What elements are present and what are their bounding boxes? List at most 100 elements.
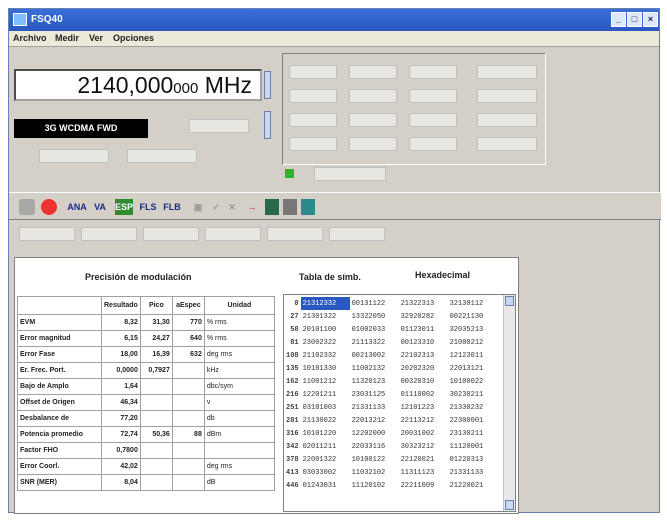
stop-icon[interactable] bbox=[41, 199, 57, 215]
symbol-row[interactable]: 108 21102332 00213002 22102313 12123011 bbox=[284, 349, 497, 362]
param-field-7[interactable] bbox=[409, 89, 457, 103]
option-row-field-2[interactable] bbox=[81, 227, 137, 241]
symbol-row[interactable]: 342 02011211 22033116 30323212 11120001 bbox=[284, 440, 497, 453]
param-field-5[interactable] bbox=[289, 89, 337, 103]
toolbar-flb[interactable]: FLB bbox=[163, 199, 181, 215]
symbol-row[interactable]: 413 03033002 11032102 11311123 21331133 bbox=[284, 466, 497, 479]
param-field-1[interactable] bbox=[289, 65, 337, 79]
arrow-icon[interactable]: → bbox=[245, 199, 259, 215]
param-field-3[interactable] bbox=[409, 65, 457, 79]
option-field-2[interactable] bbox=[127, 149, 197, 163]
param-field-14[interactable] bbox=[349, 137, 397, 151]
param-field-13[interactable] bbox=[289, 137, 337, 151]
symbol-row[interactable]: 281 21130022 22013212 22113212 22300001 bbox=[284, 414, 497, 427]
modulation-unit: dbc/sym bbox=[203, 378, 276, 395]
table-row: Bajo de Amplo 1,64 dbc/sym bbox=[17, 378, 276, 395]
mode-spin-icon[interactable] bbox=[264, 111, 271, 139]
option-row-field-4[interactable] bbox=[205, 227, 261, 241]
tool-icon-3[interactable] bbox=[283, 199, 297, 215]
param-field-12[interactable] bbox=[477, 113, 537, 127]
modulation-peak bbox=[139, 410, 173, 427]
frequency-unit: MHz bbox=[204, 72, 252, 98]
scroll-up-icon[interactable] bbox=[505, 296, 514, 306]
param-field-9[interactable] bbox=[289, 113, 337, 127]
save-icon[interactable]: ▣ bbox=[191, 199, 205, 215]
symbol-row[interactable]: 135 10101330 11002132 20202320 22013121 bbox=[284, 362, 497, 375]
modulation-unit bbox=[203, 442, 276, 459]
symbol-row[interactable]: 81 23002322 21113322 00123310 21000212 bbox=[284, 336, 497, 349]
param-field-15[interactable] bbox=[409, 137, 457, 151]
modulation-unit: dB bbox=[203, 474, 276, 491]
scroll-down-icon[interactable] bbox=[505, 500, 514, 510]
window-title: FSQ40 bbox=[31, 14, 63, 25]
toolbar-ana[interactable]: ANA bbox=[65, 199, 89, 215]
symbol-format[interactable]: Hexadecimal bbox=[415, 270, 470, 280]
toolbar-esp[interactable]: ESP bbox=[115, 199, 133, 215]
tool-icon-4[interactable] bbox=[301, 199, 315, 215]
symbol-row[interactable]: 378 22001322 10100122 22120021 01220313 bbox=[284, 453, 497, 466]
param-field-6[interactable] bbox=[349, 89, 397, 103]
menu-medir[interactable]: Medir bbox=[55, 33, 79, 43]
symbol-cell: 12101223 bbox=[400, 403, 435, 412]
symbol-table[interactable]: 0 21312332 00131122 21322313 32130112 27 21301… bbox=[283, 294, 516, 512]
symbol-cell: 11032102 bbox=[351, 468, 386, 477]
menu-archivo[interactable]: Archivo bbox=[13, 33, 47, 43]
symbol-row[interactable]: 251 03101003 21331133 12101223 21330232 bbox=[284, 401, 497, 414]
option-field-1[interactable] bbox=[39, 149, 109, 163]
toolbar: ANA VA ESP FLS FLB ▣ ✓ ✕ → bbox=[9, 192, 661, 220]
param-field-11[interactable] bbox=[409, 113, 457, 127]
symbol-row[interactable]: 162 11001212 11320123 00320310 10100022 bbox=[284, 375, 497, 388]
symbol-scrollbar[interactable] bbox=[503, 295, 515, 511]
modulation-peak: 16,39 bbox=[139, 346, 173, 363]
symbol-cell: 21331133 bbox=[449, 468, 484, 477]
param-field-2[interactable] bbox=[349, 65, 397, 79]
toolbar-fls[interactable]: FLS bbox=[139, 199, 157, 215]
modulation-spec bbox=[171, 458, 205, 475]
option-row-field-6[interactable] bbox=[329, 227, 385, 241]
modulation-peak bbox=[139, 378, 173, 395]
param-field-10[interactable] bbox=[349, 113, 397, 127]
close-icon[interactable]: × bbox=[643, 12, 658, 27]
tool-icon-1[interactable] bbox=[19, 199, 35, 215]
symbol-row[interactable]: 27 21301322 13322050 32920282 00221130 bbox=[284, 310, 497, 323]
option-row-field-5[interactable] bbox=[267, 227, 323, 241]
check-icon[interactable]: ✓ bbox=[209, 199, 223, 215]
modulation-unit: dBm bbox=[203, 426, 276, 443]
param-field-8[interactable] bbox=[477, 89, 537, 103]
col-unit: Unidad bbox=[203, 296, 276, 315]
modulation-peak bbox=[139, 458, 173, 475]
param-field-4[interactable] bbox=[477, 65, 537, 79]
cancel-icon[interactable]: ✕ bbox=[225, 199, 239, 215]
frequency-fraction: 000 bbox=[173, 80, 199, 97]
symbol-cell: 12201211 bbox=[302, 390, 337, 399]
param-field-16[interactable] bbox=[477, 137, 537, 151]
symbol-cell: 23130211 bbox=[449, 429, 484, 438]
symbol-row[interactable]: 446 01243031 11120102 22211009 21220021 bbox=[284, 479, 497, 492]
frequency-spin-icon[interactable] bbox=[264, 71, 271, 99]
option-row-field-1[interactable] bbox=[19, 227, 75, 241]
mode-indicator[interactable]: 3G WCDMA FWD bbox=[14, 119, 148, 138]
option-row-field-3[interactable] bbox=[143, 227, 199, 241]
tool-icon-2[interactable] bbox=[265, 199, 279, 215]
symbol-row[interactable]: 316 10101220 12202000 20031002 23130211 bbox=[284, 427, 497, 440]
symbol-grid: 0 21312332 00131122 21322313 32130112 27 21301… bbox=[284, 297, 497, 492]
symbol-index: 316 bbox=[286, 429, 299, 438]
menu-opciones[interactable]: Opciones bbox=[113, 33, 154, 43]
menu-ver[interactable]: Ver bbox=[89, 33, 103, 43]
minimize-icon[interactable]: _ bbox=[611, 12, 626, 27]
frequency-display[interactable]: 2140,000000 MHz bbox=[14, 69, 262, 101]
modulation-unit: db bbox=[203, 410, 276, 427]
mode-field[interactable] bbox=[189, 119, 249, 133]
symbol-index: 251 bbox=[286, 403, 299, 412]
status-field[interactable] bbox=[314, 167, 386, 181]
symbol-row[interactable]: 216 12201211 23031125 01110002 30230211 bbox=[284, 388, 497, 401]
toolbar-va[interactable]: VA bbox=[91, 199, 109, 215]
modulation-peak: 31,30 bbox=[139, 314, 173, 331]
modulation-unit: deg rms bbox=[203, 346, 276, 363]
symbol-cell: 11002132 bbox=[351, 364, 386, 373]
modulation-peak: 50,36 bbox=[139, 426, 173, 443]
modulation-spec: 640 bbox=[171, 330, 205, 347]
maximize-icon[interactable]: □ bbox=[627, 12, 642, 27]
symbol-row[interactable]: 58 20101100 01002033 01123011 32035213 bbox=[284, 323, 497, 336]
symbol-row[interactable]: 0 21312332 00131122 21322313 32130112 bbox=[284, 297, 497, 310]
